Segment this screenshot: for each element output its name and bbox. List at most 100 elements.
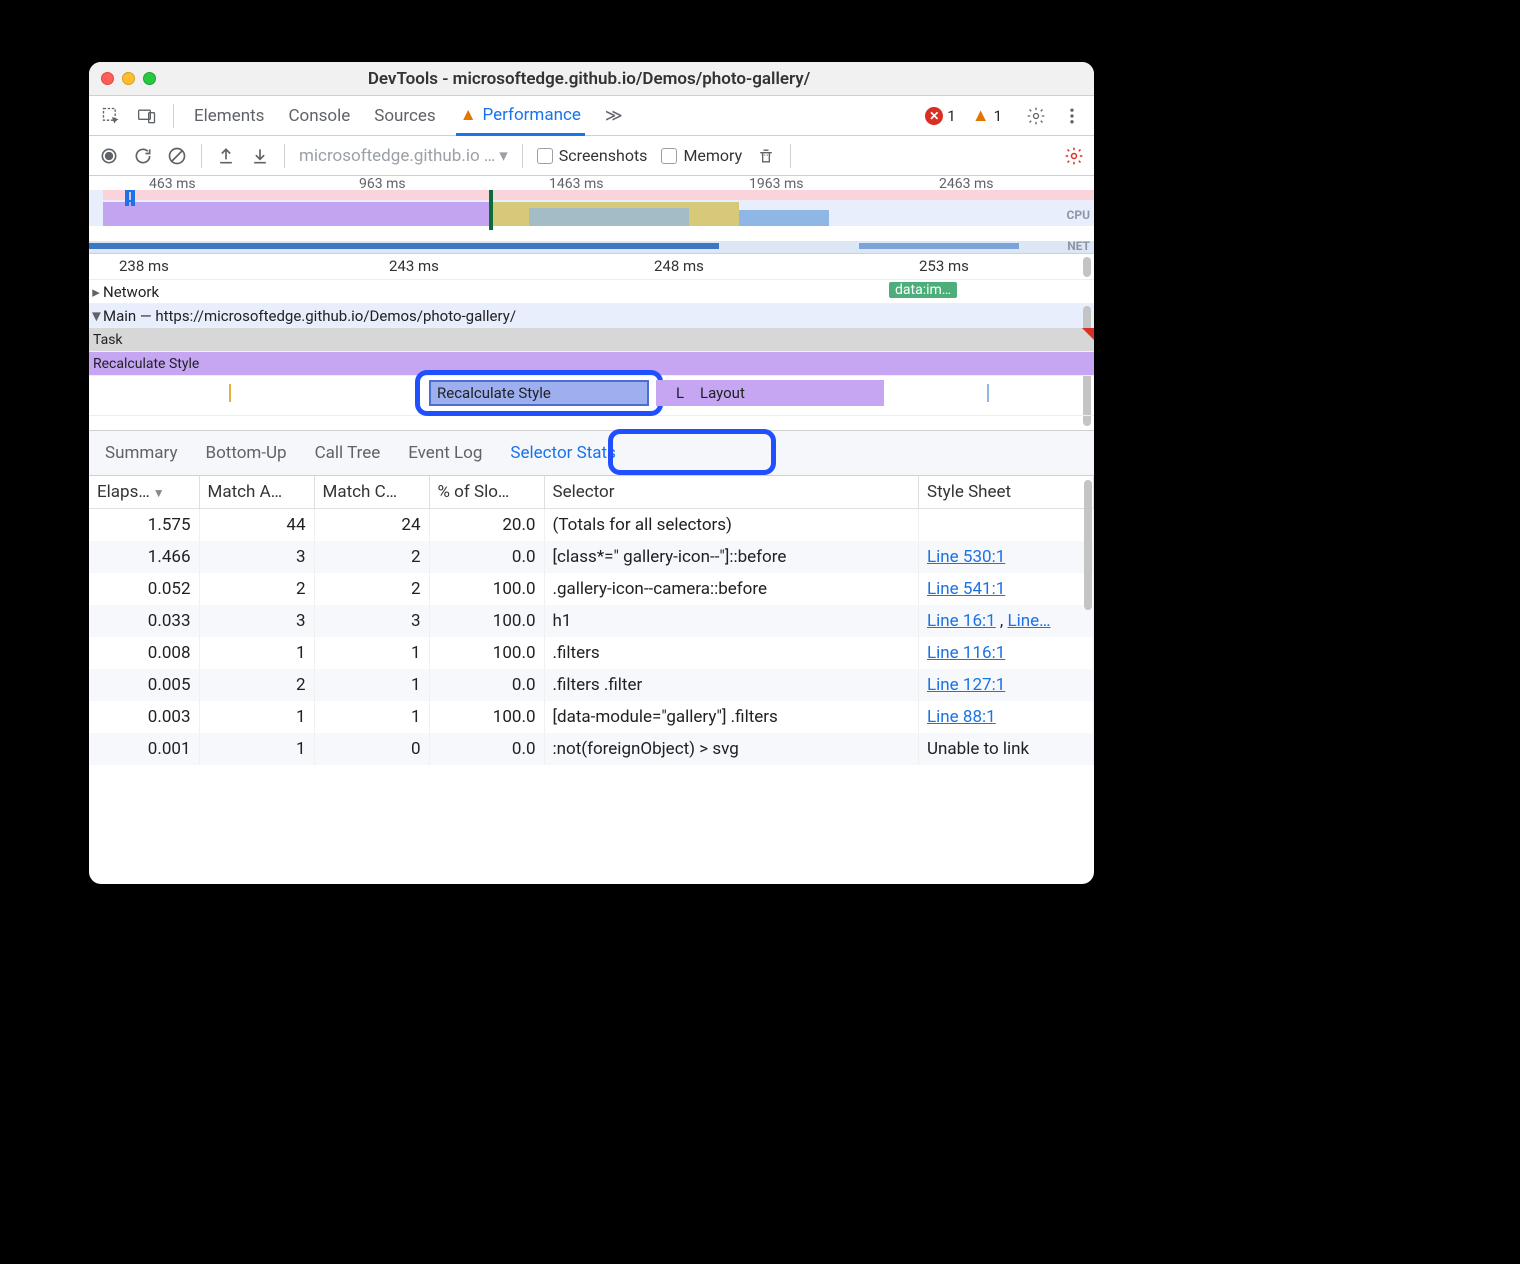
close-window-button[interactable] bbox=[101, 72, 114, 85]
table-row[interactable]: 1.466320.0[class*=" gallery-icon--"]::be… bbox=[89, 541, 1094, 573]
task-row[interactable]: Task bbox=[89, 328, 1094, 352]
recalculate-style-bar[interactable]: Recalculate Style bbox=[89, 352, 1094, 375]
recalculate-style-row[interactable]: Recalculate Style bbox=[89, 352, 1094, 376]
col-elapsed[interactable]: Elaps… bbox=[89, 476, 199, 509]
table-row[interactable]: 0.001100.0:not(foreignObject) > svgUnabl… bbox=[89, 733, 1094, 765]
collapse-arrow-icon[interactable]: ▼ bbox=[89, 307, 103, 325]
table-row[interactable]: 0.005210.0.filters .filterLine 127:1 bbox=[89, 669, 1094, 701]
url-dropdown[interactable]: microsoftedge.github.io … ▾ bbox=[299, 146, 508, 166]
maximize-window-button[interactable] bbox=[143, 72, 156, 85]
error-icon: ✕ bbox=[925, 107, 943, 125]
tab-performance[interactable]: ▲ Performance bbox=[456, 97, 585, 136]
chevron-down-icon: ▾ bbox=[499, 146, 508, 166]
tab-summary[interactable]: Summary bbox=[105, 443, 177, 463]
layout-bar[interactable]: L Layout bbox=[656, 380, 884, 406]
flame-sliver bbox=[229, 384, 231, 402]
tab-bottom-up[interactable]: Bottom-Up bbox=[205, 443, 286, 463]
net-label: NET bbox=[1067, 239, 1090, 253]
col-stylesheet[interactable]: Style Sheet bbox=[919, 476, 1094, 509]
warning-count-value: 1 bbox=[994, 107, 1002, 125]
col-pct-slow[interactable]: % of Slo… bbox=[429, 476, 544, 509]
stylesheet-link[interactable]: Line 127:1 bbox=[927, 675, 1005, 695]
ruler-tick: 243 ms bbox=[389, 257, 439, 275]
stylesheet-link[interactable]: Line 530:1 bbox=[927, 547, 1005, 567]
record-button[interactable] bbox=[99, 146, 119, 166]
warning-count[interactable]: ▲ 1 bbox=[972, 105, 1002, 126]
kebab-menu-icon[interactable] bbox=[1062, 106, 1082, 126]
flame-sliver bbox=[987, 384, 989, 402]
stylesheet-link[interactable]: Line 16:1 bbox=[927, 611, 996, 631]
screenshots-label: Screenshots bbox=[559, 146, 648, 165]
tab-console[interactable]: Console bbox=[284, 98, 354, 134]
screenshots-checkbox[interactable]: Screenshots bbox=[537, 146, 648, 165]
collect-garbage-icon[interactable] bbox=[756, 146, 776, 166]
devtools-window: DevTools - microsoftedge.github.io/Demos… bbox=[89, 62, 1094, 884]
warning-icon: ▲ bbox=[972, 105, 990, 126]
recalculate-style-selected[interactable]: Recalculate Style bbox=[429, 380, 649, 406]
col-match-count[interactable]: Match C… bbox=[314, 476, 429, 509]
cpu-label: CPU bbox=[1067, 208, 1091, 222]
main-tabs: Elements Console Sources ▲ Performance ≫… bbox=[89, 96, 1094, 136]
window-controls bbox=[101, 72, 156, 85]
table-header-row: Elaps… Match A… Match C… % of Slo… Selec… bbox=[89, 476, 1094, 509]
stylesheet-link[interactable]: Line… bbox=[1007, 611, 1050, 631]
selector-stats-table: Elaps… Match A… Match C… % of Slo… Selec… bbox=[89, 476, 1094, 884]
timeline-ruler[interactable]: 238 ms 243 ms 248 ms 253 ms bbox=[89, 254, 1094, 280]
inspect-icon[interactable] bbox=[101, 106, 121, 126]
tab-performance-label: Performance bbox=[483, 105, 581, 125]
long-task-indicator-icon bbox=[1082, 328, 1094, 340]
main-track[interactable]: ▼ Main — https://microsoftedge.github.io… bbox=[89, 304, 1094, 328]
window-title: DevTools - microsoftedge.github.io/Demos… bbox=[156, 69, 1022, 89]
stylesheet-link[interactable]: Line 88:1 bbox=[927, 707, 996, 727]
col-selector[interactable]: Selector bbox=[544, 476, 919, 509]
upload-icon[interactable] bbox=[216, 146, 236, 166]
memory-checkbox[interactable]: Memory bbox=[661, 146, 742, 165]
table-row[interactable]: 0.03333100.0h1Line 16:1 , Line… bbox=[89, 605, 1094, 637]
warning-icon: ▲ bbox=[460, 105, 477, 125]
ruler-tick: 238 ms bbox=[119, 257, 169, 275]
ruler-tick: 248 ms bbox=[654, 257, 704, 275]
scrollbar-thumb[interactable] bbox=[1083, 257, 1091, 277]
table-row[interactable]: 1.575442420.0(Totals for all selectors) bbox=[89, 509, 1094, 542]
detail-timeline: 238 ms 243 ms 248 ms 253 ms ▸ Network da… bbox=[89, 254, 1094, 430]
table-row[interactable]: 0.00811100.0.filtersLine 116:1 bbox=[89, 637, 1094, 669]
network-track-label: Network bbox=[103, 283, 159, 301]
details-tabs: Summary Bottom-Up Call Tree Event Log Se… bbox=[89, 430, 1094, 476]
stylesheet-link[interactable]: Line 116:1 bbox=[927, 643, 1005, 663]
url-dropdown-label: microsoftedge.github.io … bbox=[299, 146, 495, 166]
selector-stats-highlight bbox=[608, 429, 776, 475]
stylesheet-link[interactable]: Line 541:1 bbox=[927, 579, 1005, 599]
tab-call-tree[interactable]: Call Tree bbox=[315, 443, 381, 463]
download-icon[interactable] bbox=[250, 146, 270, 166]
task-bar[interactable]: Task bbox=[89, 328, 1094, 351]
checkbox-icon bbox=[661, 148, 677, 164]
table-row[interactable]: 0.00311100.0[data-module="gallery"] .fil… bbox=[89, 701, 1094, 733]
tab-sources[interactable]: Sources bbox=[370, 98, 439, 134]
device-toggle-icon[interactable] bbox=[137, 106, 157, 126]
overview-timeline[interactable]: 463 ms 963 ms 1463 ms 1963 ms 2463 ms CP… bbox=[89, 176, 1094, 254]
ruler-tick: 253 ms bbox=[919, 257, 969, 275]
performance-toolbar: microsoftedge.github.io … ▾ Screenshots … bbox=[89, 136, 1094, 176]
memory-label: Memory bbox=[683, 146, 742, 165]
scrollbar-thumb[interactable] bbox=[1084, 480, 1092, 610]
minimize-window-button[interactable] bbox=[122, 72, 135, 85]
settings-icon[interactable] bbox=[1026, 106, 1046, 126]
expand-arrow-icon[interactable]: ▸ bbox=[89, 283, 103, 301]
network-request-chip[interactable]: data:im… bbox=[889, 282, 957, 298]
col-match-attempts[interactable]: Match A… bbox=[199, 476, 314, 509]
checkbox-icon bbox=[537, 148, 553, 164]
network-track[interactable]: ▸ Network data:im… bbox=[89, 280, 1094, 304]
tab-elements[interactable]: Elements bbox=[190, 98, 268, 134]
flame-row[interactable]: Recalculate Style L Layout bbox=[89, 376, 1094, 416]
error-count-value: 1 bbox=[947, 107, 955, 125]
titlebar: DevTools - microsoftedge.github.io/Demos… bbox=[89, 62, 1094, 96]
tabs-overflow[interactable]: ≫ bbox=[601, 98, 627, 134]
tab-event-log[interactable]: Event Log bbox=[408, 443, 482, 463]
reload-button[interactable] bbox=[133, 146, 153, 166]
clear-button[interactable] bbox=[167, 146, 187, 166]
error-count[interactable]: ✕ 1 bbox=[925, 107, 955, 125]
table-row[interactable]: 0.05222100.0.gallery-icon--camera::befor… bbox=[89, 573, 1094, 605]
capture-settings-icon[interactable] bbox=[1064, 146, 1084, 166]
tab-selector-stats[interactable]: Selector Stats bbox=[510, 443, 615, 463]
main-track-label: Main — https://microsoftedge.github.io/D… bbox=[103, 307, 516, 325]
